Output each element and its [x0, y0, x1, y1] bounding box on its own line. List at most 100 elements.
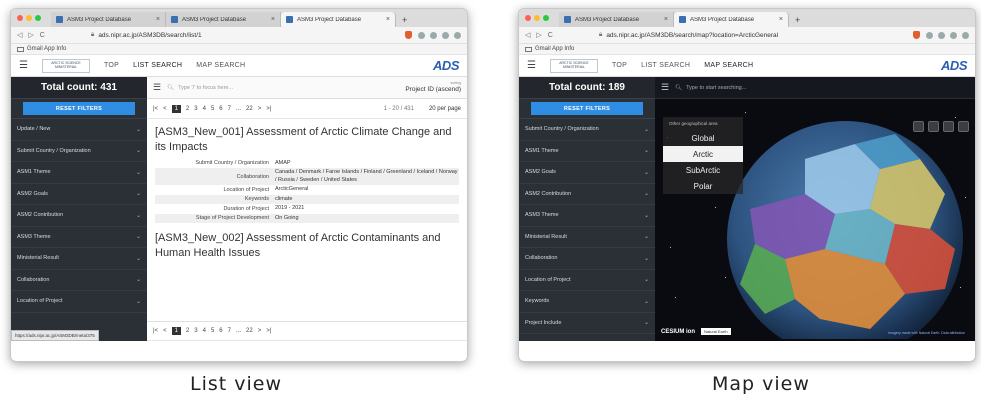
data-attribution[interactable]: Imagery made with Natural Earth. Data at…	[888, 331, 965, 335]
forward-icon[interactable]: ▷	[28, 31, 33, 39]
back-icon[interactable]: ◁	[17, 31, 22, 39]
minimize-window-icon[interactable]	[534, 15, 540, 21]
page-number[interactable]: 3	[194, 328, 197, 334]
close-tab-icon[interactable]: ×	[664, 16, 668, 23]
filter-item[interactable]: Keywords ⌄	[519, 291, 655, 313]
cesium-logo[interactable]: CESIUM ion	[661, 329, 695, 335]
page-number[interactable]: 1	[171, 104, 181, 113]
filter-item[interactable]: ASM2 Goals ⌄	[11, 184, 147, 205]
page-number[interactable]: 22	[246, 106, 253, 112]
nav-list-search[interactable]: LIST SEARCH	[641, 62, 690, 69]
reload-icon[interactable]: C	[548, 32, 553, 39]
filter-item[interactable]: ASM1 Theme ⌄	[519, 141, 655, 162]
project-title[interactable]: [ASM3_New_002] Assessment of Arctic Cont…	[155, 231, 459, 261]
search-input[interactable]: 🔍︎ Type '/' to focus here...	[167, 85, 399, 91]
nav-map-search[interactable]: MAP SEARCH	[704, 62, 753, 69]
page-number[interactable]: 3	[194, 106, 197, 112]
area-polar[interactable]: Polar	[663, 178, 743, 194]
url-field[interactable]: 🔒︎ ads.nipr.ac.jp/ASM3DB/search/list/1	[91, 31, 399, 39]
reload-icon[interactable]: C	[40, 32, 45, 39]
browser-tab[interactable]: ASM3 Project Database ×	[51, 12, 166, 27]
list-menu-icon[interactable]: ☰	[661, 82, 669, 93]
project-title[interactable]: [ASM3_New_001] Assessment of Arctic Clim…	[155, 125, 459, 155]
close-window-icon[interactable]	[525, 15, 531, 21]
filter-item[interactable]: Collaboration ⌄	[11, 270, 147, 291]
area-subarctic[interactable]: SubArctic	[663, 162, 743, 178]
filter-item[interactable]: Project Include ⌄	[519, 313, 655, 334]
next-page-icon[interactable]: >	[258, 106, 262, 112]
first-page-icon[interactable]: |<	[153, 106, 158, 112]
forward-icon[interactable]: ▷	[536, 31, 541, 39]
page-number[interactable]: 5	[211, 106, 214, 112]
filter-item[interactable]: Location of Project ⌄	[519, 270, 655, 291]
close-tab-icon[interactable]: ×	[156, 16, 160, 23]
filter-item[interactable]: Location of Project ⌄	[11, 291, 147, 313]
page-number[interactable]: 6	[219, 106, 222, 112]
natural-earth-badge[interactable]: Natural Earth	[701, 328, 731, 335]
nav-list-search[interactable]: LIST SEARCH	[133, 62, 182, 69]
maximize-window-icon[interactable]	[35, 15, 41, 21]
help-icon[interactable]	[958, 121, 969, 132]
ads-logo[interactable]: ADS	[433, 58, 459, 73]
filter-item[interactable]: ASM2 Contribution ⌄	[519, 184, 655, 205]
url-field[interactable]: 🔒︎ ads.nipr.ac.jp/ASM3DB/search/map?locat…	[599, 31, 907, 39]
bookmark-link[interactable]: Gmail App Info	[535, 46, 574, 52]
area-arctic[interactable]: Arctic	[663, 146, 743, 162]
page-number[interactable]: 6	[219, 328, 222, 334]
page-number[interactable]: 7	[228, 328, 231, 334]
prev-page-icon[interactable]: <	[163, 106, 167, 112]
close-tab-icon[interactable]: ×	[271, 16, 275, 23]
maximize-window-icon[interactable]	[543, 15, 549, 21]
area-global[interactable]: Global	[663, 130, 743, 146]
brave-shield-icon[interactable]	[913, 31, 920, 39]
menu-icon[interactable]: ☰	[527, 60, 536, 71]
filter-item[interactable]: ASM2 Goals ⌄	[519, 162, 655, 184]
globe-icon[interactable]	[928, 121, 939, 132]
new-tab-icon[interactable]: +	[396, 15, 413, 25]
ads-logo[interactable]: ADS	[941, 58, 967, 73]
close-tab-icon[interactable]: ×	[779, 16, 783, 23]
page-number[interactable]: 7	[228, 106, 231, 112]
back-icon[interactable]: ◁	[525, 31, 530, 39]
nav-top[interactable]: TOP	[612, 62, 627, 69]
extension-icons[interactable]	[926, 31, 969, 39]
filter-item[interactable]: Collaboration ⌄	[519, 248, 655, 270]
filter-item[interactable]: Submit Country / Organization ⌄	[519, 119, 655, 141]
browser-tab-active[interactable]: ASM3 Project Database ×	[281, 12, 396, 27]
layers-icon[interactable]	[943, 121, 954, 132]
page-number[interactable]: 4	[203, 328, 206, 334]
close-tab-icon[interactable]: ×	[386, 16, 390, 23]
minimize-window-icon[interactable]	[26, 15, 32, 21]
prev-page-icon[interactable]: <	[163, 328, 167, 334]
browser-tab[interactable]: ASM3 Project Database ×	[559, 12, 674, 27]
page-number[interactable]: 4	[203, 106, 206, 112]
per-page-select[interactable]: 20 per page	[429, 106, 461, 112]
search-input[interactable]: 🔍︎ Type to start searching...	[675, 85, 969, 91]
page-number[interactable]: 5	[211, 328, 214, 334]
filter-item[interactable]: Ministerial Result ⌄	[519, 227, 655, 248]
filter-item[interactable]: ASM2 Contribution ⌄	[11, 205, 147, 227]
page-number[interactable]: 1	[171, 327, 181, 335]
filter-item[interactable]: ASM3 Theme ⌄	[519, 205, 655, 227]
site-logo[interactable]: ARCTIC SCIENCE MINISTERIAL	[41, 58, 90, 73]
browser-tab[interactable]: ASM3 Project Database ×	[166, 12, 281, 27]
page-number[interactable]: 22	[246, 328, 253, 334]
browser-tab-active[interactable]: ASM3 Project Database ×	[674, 12, 789, 27]
filter-item[interactable]: Submit Country / Organization ⌄	[11, 141, 147, 162]
bookmark-link[interactable]: Gmail App Info	[27, 46, 66, 52]
last-page-icon[interactable]: >|	[266, 328, 271, 334]
page-number[interactable]: 2	[186, 328, 189, 334]
filter-item[interactable]: Update / New ⌄	[11, 119, 147, 141]
new-tab-icon[interactable]: +	[789, 15, 806, 25]
page-number[interactable]: 2	[186, 106, 189, 112]
close-window-icon[interactable]	[17, 15, 23, 21]
menu-icon[interactable]: ☰	[19, 60, 28, 71]
filter-item[interactable]: ASM1 Theme ⌄	[11, 162, 147, 184]
reset-filters-button[interactable]: RESET FILTERS	[531, 102, 643, 115]
filter-item[interactable]: ASM3 Theme ⌄	[11, 227, 147, 248]
reset-filters-button[interactable]: RESET FILTERS	[23, 102, 135, 115]
filter-item[interactable]: Ministerial Result ⌄	[11, 248, 147, 270]
nav-map-search[interactable]: MAP SEARCH	[196, 62, 245, 69]
home-icon[interactable]	[913, 121, 924, 132]
brave-shield-icon[interactable]	[405, 31, 412, 39]
